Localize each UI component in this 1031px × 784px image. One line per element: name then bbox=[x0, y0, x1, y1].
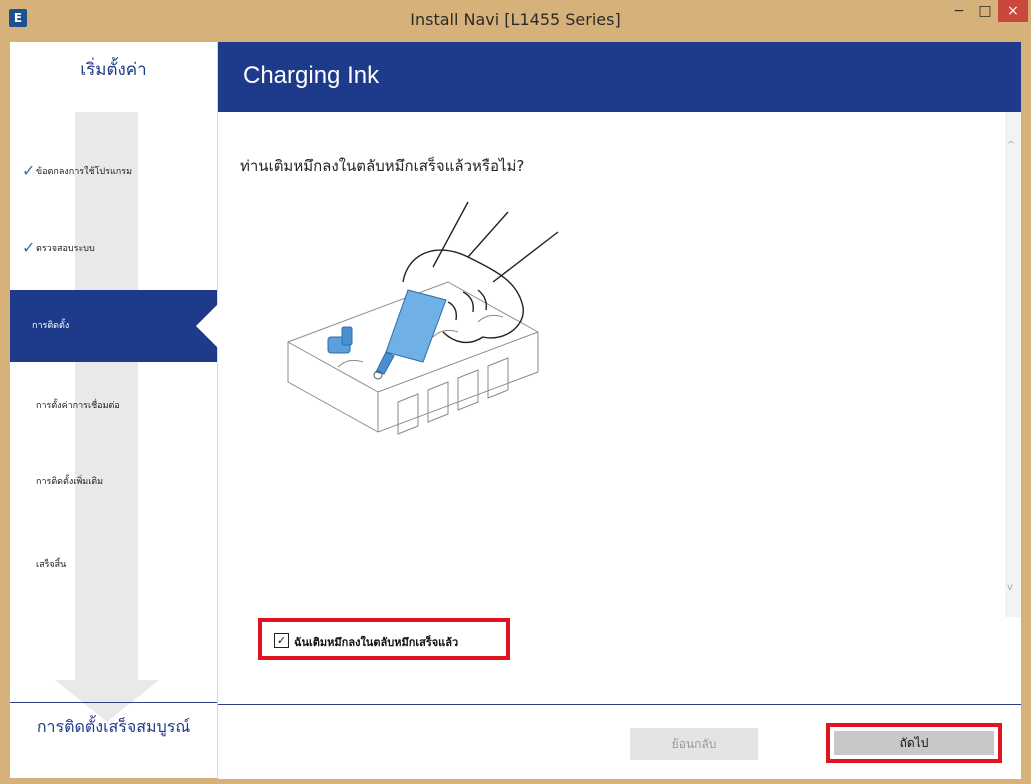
checkmark-icon: ✓ bbox=[22, 238, 36, 257]
checkmark-icon: ✓ bbox=[22, 161, 36, 180]
ink-filled-checkbox-label[interactable]: ฉันเติมหมึกลงในตลับหมึกเสร็จแล้ว bbox=[294, 633, 458, 651]
maximize-button[interactable]: □ bbox=[972, 0, 998, 22]
installation-complete-label: การติดตั้งเสร็จสมบูรณ์ bbox=[36, 717, 191, 736]
step-system-check: ✓ ตรวจสอบระบบ bbox=[10, 232, 217, 266]
next-button-highlight: ถัดไป bbox=[826, 723, 1002, 763]
installer-window: E Install Navi [L1455 Series] − □ × เริ่… bbox=[0, 0, 1031, 784]
window-title: Install Navi [L1455 Series] bbox=[410, 10, 621, 29]
sidebar-header-label: เริ่มตั้งค่า bbox=[80, 60, 147, 80]
step-connection-settings: การตั้งค่าการเชื่อมต่อ bbox=[10, 389, 217, 423]
sidebar-header: เริ่มตั้งค่า bbox=[10, 42, 217, 102]
ink-tank-windows bbox=[397, 357, 509, 435]
ink-cap-icon bbox=[327, 326, 353, 354]
step-additional-install: การติดตั้งเพิ่มเติม bbox=[10, 465, 217, 499]
ink-filled-checkbox[interactable]: ✓ bbox=[274, 633, 289, 648]
scroll-up-icon[interactable]: ^ bbox=[1007, 140, 1015, 151]
scroll-down-icon[interactable]: v bbox=[1007, 582, 1013, 593]
confirm-checkbox-highlight: ✓ ฉันเติมหมึกลงในตลับหมึกเสร็จแล้ว bbox=[258, 618, 510, 660]
vertical-scrollbar[interactable]: ^ v bbox=[1005, 112, 1021, 617]
current-step-pointer-icon bbox=[196, 304, 218, 348]
step-license-agreement: ✓ ข้อตกลงการใช้โปรแกรม bbox=[10, 155, 217, 189]
main-panel: Charging Ink ท่านเติมหมึกลงในตลับหมึกเสร… bbox=[218, 42, 1021, 779]
sidebar-footer: การติดตั้งเสร็จสมบูรณ์ bbox=[10, 702, 217, 779]
close-button[interactable]: × bbox=[998, 0, 1028, 22]
page-title: Charging Ink bbox=[243, 62, 380, 89]
step-finish: เสร็จสิ้น bbox=[10, 548, 217, 582]
steps-sidebar: เริ่มตั้งค่า ✓ ข้อตกลงการใช้โปรแกรม ✓ ตร… bbox=[10, 42, 218, 778]
minimize-button[interactable]: − bbox=[946, 0, 972, 22]
content-area: ท่านเติมหมึกลงในตลับหมึกเสร็จแล้วหรือไม่… bbox=[218, 112, 1021, 704]
step-label: ข้อตกลงการใช้โปรแกรม bbox=[36, 167, 132, 177]
step-label: การติดตั้ง bbox=[32, 321, 70, 331]
step-installation-current: การติดตั้ง bbox=[10, 290, 218, 362]
step-label: ตรวจสอบระบบ bbox=[36, 244, 95, 254]
step-label: การติดตั้งเพิ่มเติม bbox=[36, 477, 104, 487]
page-header: Charging Ink bbox=[218, 42, 1021, 112]
back-button[interactable]: ย้อนกลับ bbox=[630, 728, 758, 760]
ink-bottle-filling-illustration bbox=[287, 201, 559, 435]
title-bar[interactable]: E Install Navi [L1455 Series] − □ × bbox=[0, 0, 1031, 40]
installer-client-area: เริ่มตั้งค่า ✓ ข้อตกลงการใช้โปรแกรม ✓ ตร… bbox=[10, 42, 1021, 779]
step-label: เสร็จสิ้น bbox=[36, 560, 67, 570]
button-bar: ย้อนกลับ ถัดไป bbox=[218, 704, 1021, 779]
step-label: การตั้งค่าการเชื่อมต่อ bbox=[36, 401, 120, 411]
next-button[interactable]: ถัดไป bbox=[834, 731, 994, 755]
